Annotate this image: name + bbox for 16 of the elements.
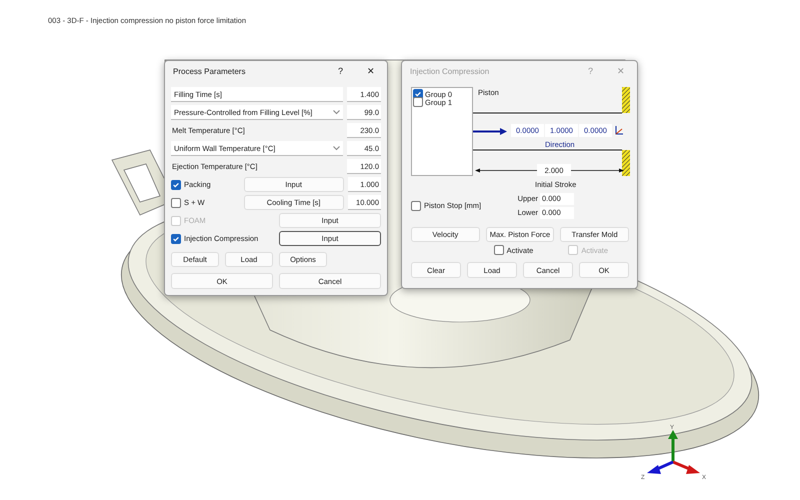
z-axis-arrow xyxy=(647,460,674,474)
y-axis-arrow xyxy=(668,430,678,462)
close-button[interactable]: ✕ xyxy=(363,66,379,76)
checkbox[interactable] xyxy=(171,198,181,208)
checkbox[interactable] xyxy=(171,180,181,190)
help-button[interactable]: ? xyxy=(334,66,347,76)
window-title: Injection Compression xyxy=(410,66,490,76)
hatched-wall xyxy=(622,87,630,113)
checkbox[interactable] xyxy=(413,97,423,107)
chevron-icon xyxy=(333,110,340,114)
chevron-icon xyxy=(333,146,340,150)
x-axis-arrow xyxy=(672,460,700,474)
direction-arrow xyxy=(473,128,507,135)
checkbox[interactable] xyxy=(171,234,181,244)
hatched-wall xyxy=(622,150,630,176)
window-title: Process Parameters xyxy=(173,66,246,76)
